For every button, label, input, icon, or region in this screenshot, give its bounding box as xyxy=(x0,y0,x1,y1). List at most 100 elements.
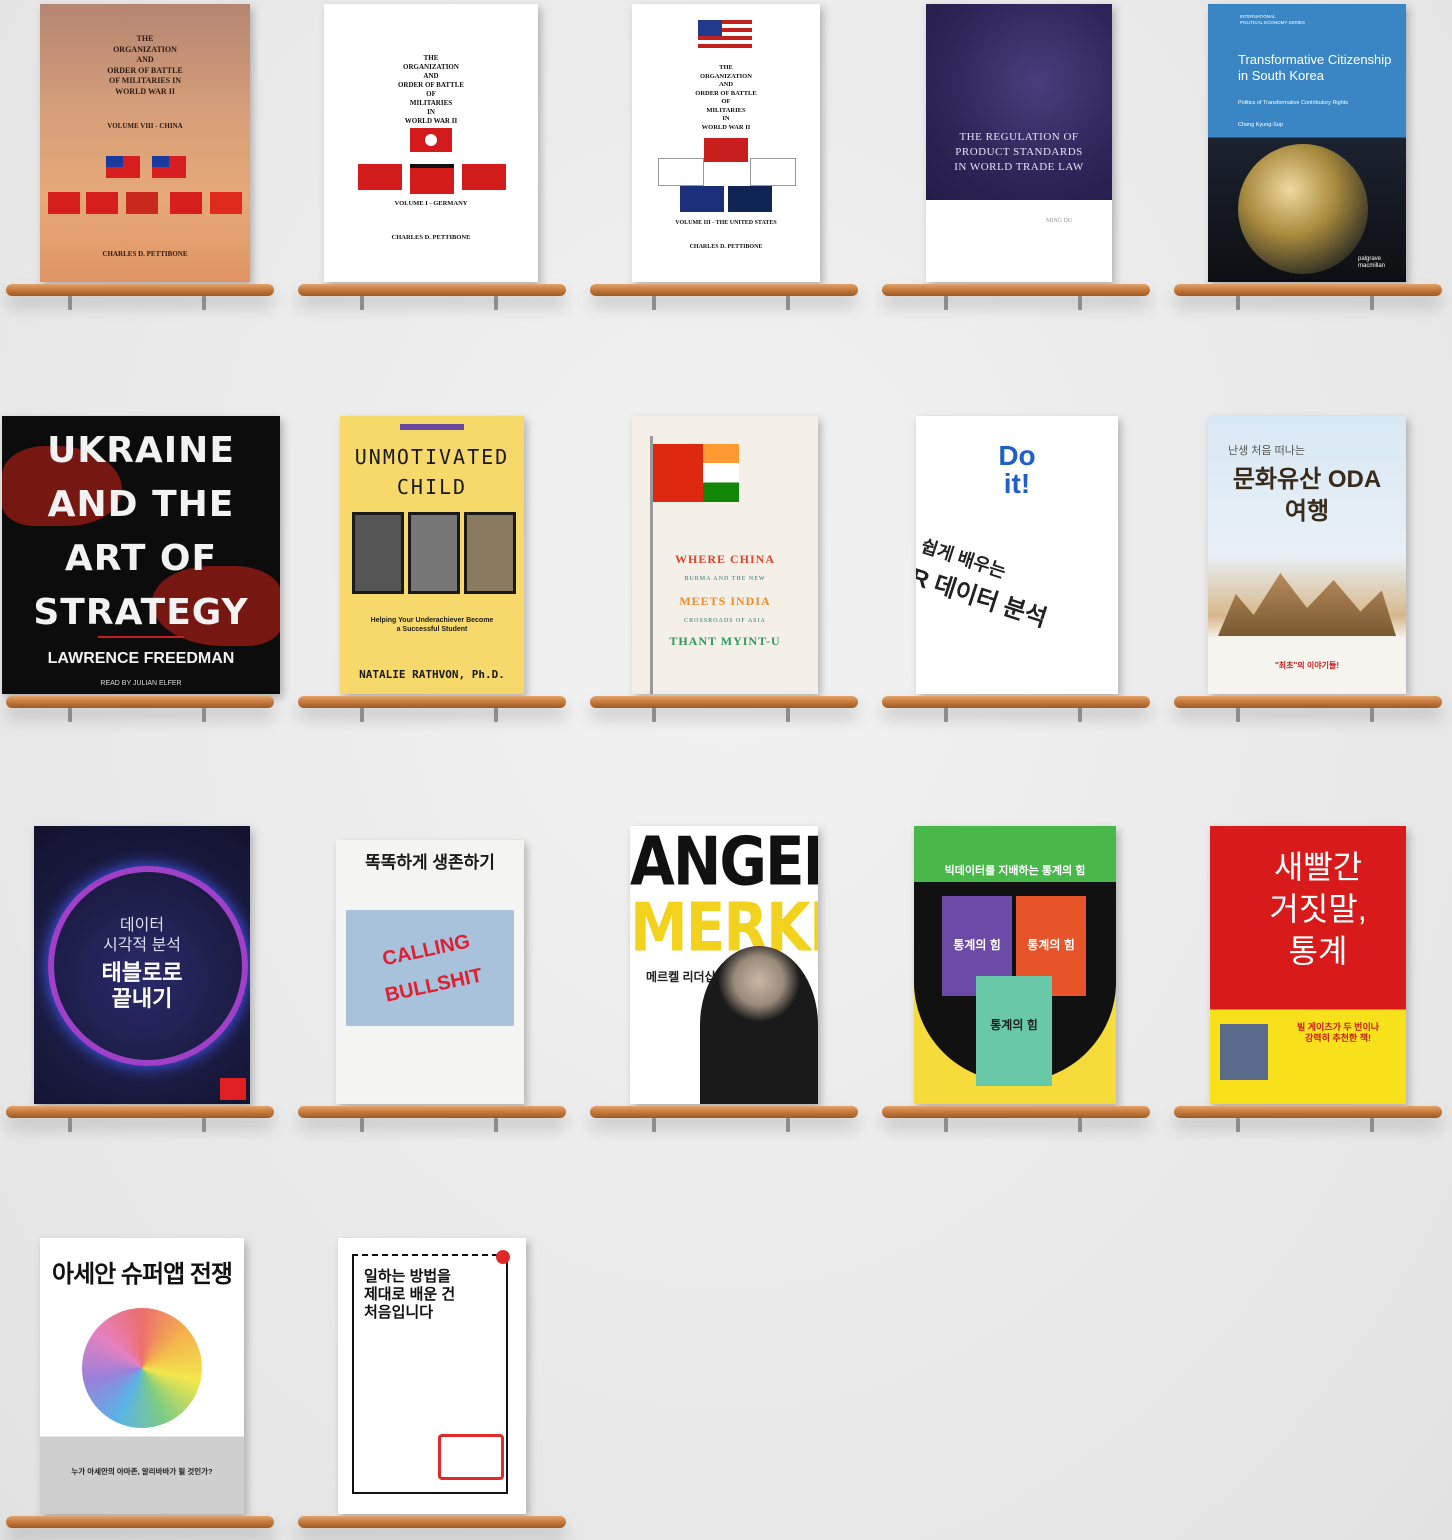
shelf xyxy=(590,696,858,708)
shelf-bracket xyxy=(494,708,498,722)
portrait xyxy=(700,946,818,1104)
book-cover-power-of-statistics[interactable]: 빅데이터를 지배하는 통계의 힘 통계의 힘 통계의 힘 통계의 힘 xyxy=(914,826,1116,1104)
shelf-bracket xyxy=(494,1118,498,1132)
book-series: INTERNATIONAL POLITICAL ECONOMY SERIES xyxy=(1240,14,1306,25)
mini-title: 통계의 힘 xyxy=(953,938,1001,952)
shelf-bracket xyxy=(202,1118,206,1132)
shelf-bracket xyxy=(786,1118,790,1132)
flag-icon xyxy=(48,192,80,214)
flag-icon xyxy=(86,192,118,214)
divider xyxy=(98,636,184,638)
book-title: 아세안 슈퍼앱 전쟁 xyxy=(52,1261,233,1288)
mini-book-c: 통계의 힘 xyxy=(976,976,1052,1086)
book-author: MING DU xyxy=(1046,218,1073,224)
shelf xyxy=(882,1106,1150,1118)
book-title: UKRAINE AND THE ART OF STRATEGY xyxy=(33,430,249,633)
shelf-bracket xyxy=(1236,708,1240,722)
book-volume: VOLUME I - GERMANY xyxy=(394,200,468,207)
shelf-bracket xyxy=(944,708,948,722)
shelf-bracket xyxy=(1078,296,1082,310)
flag-icon xyxy=(704,138,748,162)
flag-icon xyxy=(728,186,772,212)
book-cover-calling-bullshit[interactable]: 똑똑하게 생존하기 CALLING BULLSHIT xyxy=(336,840,524,1104)
book-title: THE ORGANIZATION AND ORDER OF BATTLE OF … xyxy=(107,34,183,96)
book-title-a: ANGELA xyxy=(630,826,818,901)
app-burst-art xyxy=(82,1308,202,1428)
china-flag-icon xyxy=(653,444,703,502)
shelf-bracket xyxy=(68,708,72,722)
book-cover-r-data-analysis[interactable]: Do it! 쉽게 배우는 R 데이터 분석 xyxy=(916,416,1118,694)
top-band xyxy=(400,424,464,430)
book-cover-tableau[interactable]: 데이터 시각적 분석 태블로로 끝내기 xyxy=(34,826,250,1104)
book-reader: READ BY JULIAN ELFER xyxy=(100,680,182,687)
author-photo xyxy=(1220,1024,1268,1080)
book-cover-how-to-work[interactable]: 일하는 방법을 제대로 배운 건 처음입니다 xyxy=(338,1238,526,1514)
book-title-b: MERKEL xyxy=(630,888,818,967)
shelf xyxy=(298,284,566,296)
shelf-bracket xyxy=(68,1118,72,1132)
shelf xyxy=(882,284,1150,296)
book-cover-regulation-of-product-standards[interactable]: THE REGULATION OF PRODUCT STANDARDS IN W… xyxy=(926,4,1112,282)
book-title-a: 데이터 시각적 분석 xyxy=(102,917,182,954)
book-cover-order-of-battle-united-states[interactable]: THE ORGANIZATION AND ORDER OF BATTLE OF … xyxy=(632,4,820,282)
shelf-bracket xyxy=(202,296,206,310)
book-kicker: 난생 처음 떠나는 xyxy=(1228,445,1305,457)
flag-icon xyxy=(658,158,704,186)
book-cover-where-china-meets-india[interactable]: WHERE CHINA BURMA AND THE NEW MEETS INDI… xyxy=(632,416,818,694)
book-cover-order-of-battle-china[interactable]: THE ORGANIZATION AND ORDER OF BATTLE OF … xyxy=(40,4,250,282)
flag-icon xyxy=(750,158,796,186)
shelf-bracket xyxy=(786,296,790,310)
book-cover-how-to-lie-with-statistics[interactable]: 새빨간 거짓말, 통계 빌 게이츠가 두 번이나 강력히 추천한 책! xyxy=(1210,826,1406,1104)
book-title-group: 쉽게 배우는 R 데이터 분석 xyxy=(916,532,1107,649)
book-title-c: MEETS INDIA xyxy=(679,594,771,608)
flag-icon xyxy=(152,156,186,178)
shelf xyxy=(6,1106,274,1118)
photo-3 xyxy=(464,512,516,594)
shelf-bracket xyxy=(944,1118,948,1132)
book-cover-order-of-battle-germany[interactable]: THE ORGANIZATION AND ORDER OF BATTLE OF … xyxy=(324,4,538,282)
book-promo: 빌 게이츠가 두 번이나 강력히 추천한 책! xyxy=(1296,1022,1380,1043)
book-volume: VOLUME III - THE UNITED STATES xyxy=(675,220,777,226)
book-cover-ukraine-art-of-strategy[interactable]: UKRAINE AND THE ART OF STRATEGY LAWRENCE… xyxy=(2,416,280,694)
book-title: 문화유산 ODA 여행 xyxy=(1232,466,1382,525)
book-title: THE ORGANIZATION AND ORDER OF BATTLE OF … xyxy=(695,64,757,131)
clock-icon xyxy=(496,1250,510,1264)
book-author: Chang Kyung-Sup xyxy=(1238,122,1283,128)
book-title: 일하는 방법을 제대로 배운 건 처음입니다 xyxy=(364,1268,456,1321)
shelf-bracket xyxy=(1078,708,1082,722)
mini-title: 통계의 힘 xyxy=(1027,938,1075,952)
shelf xyxy=(1174,1106,1442,1118)
book-title: THE REGULATION OF PRODUCT STANDARDS IN W… xyxy=(954,131,1084,173)
shelf xyxy=(590,284,858,296)
book-author: LAWRENCE FREEDMAN xyxy=(47,650,235,667)
shelf-bracket xyxy=(202,708,206,722)
book-cover-angela-merkel[interactable]: ANGELA MERKEL 메르켈 리더십 xyxy=(630,826,818,1104)
shelf-bracket xyxy=(652,708,656,722)
shelf-bracket xyxy=(360,296,364,310)
flag-icon xyxy=(106,156,140,178)
book-title-d: CROSSROADS OF ASIA xyxy=(684,618,766,624)
book-author: THANT MYINT-U xyxy=(669,634,781,648)
shelf-bracket xyxy=(1078,1118,1082,1132)
flag-icon xyxy=(126,192,158,214)
book-title: UNMOTIVATED CHILD xyxy=(354,445,510,499)
book-cover-unmotivated-child[interactable]: UNMOTIVATED CHILD Helping Your Underachi… xyxy=(340,416,524,694)
shelf-bracket xyxy=(1236,296,1240,310)
shelf-bracket xyxy=(944,296,948,310)
photo-1 xyxy=(352,512,404,594)
shelf-bracket xyxy=(360,708,364,722)
book-cover-cultural-heritage-oda[interactable]: 난생 처음 떠나는 문화유산 ODA 여행 "최초"의 이야기들! xyxy=(1208,416,1406,694)
book-title: THE ORGANIZATION AND ORDER OF BATTLE OF … xyxy=(397,54,465,125)
book-title: 똑똑하게 생존하기 xyxy=(365,853,495,872)
book-cover-asean-superapp-war[interactable]: 아세안 슈퍼앱 전쟁 누가 아세안의 아마존, 알리바바가 될 것인가? xyxy=(40,1238,244,1514)
book-publisher: palgrave macmillan xyxy=(1358,256,1386,269)
book-title-b: 태블로로 끝내기 xyxy=(101,960,183,1011)
shelf-bracket xyxy=(1370,708,1374,722)
book-tagline: "최초"의 이야기들! xyxy=(1275,661,1339,670)
book-title-b: BURMA AND THE NEW xyxy=(684,576,766,582)
shelf xyxy=(6,696,274,708)
flag-icon xyxy=(410,164,454,194)
book-cover-transformative-citizenship[interactable]: INTERNATIONAL POLITICAL ECONOMY SERIES T… xyxy=(1208,4,1406,282)
shelf-bracket xyxy=(1370,296,1374,310)
mini-title: 통계의 힘 xyxy=(990,1018,1038,1032)
